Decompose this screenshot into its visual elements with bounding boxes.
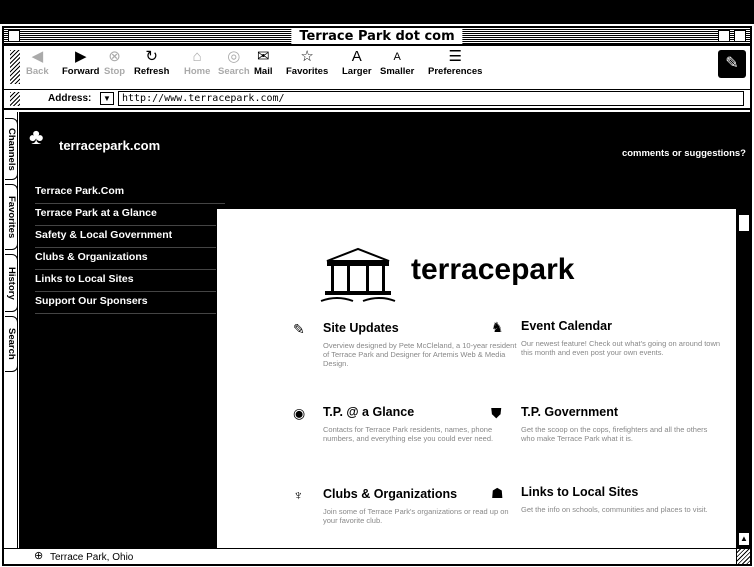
toolbar-button-label: Search xyxy=(218,66,250,77)
address-label: Address: xyxy=(48,93,92,104)
card-body: Overview designed by Pete McCleland, a 1… xyxy=(323,341,517,368)
home-icon: ⌂ xyxy=(192,48,202,65)
nav-item-links[interactable]: Links to Local Sites xyxy=(35,270,225,292)
main-panel: terracepark ✎ Site Updates Overview desi… xyxy=(216,208,744,548)
resize-grip[interactable] xyxy=(736,549,750,564)
tab-channels[interactable]: Channels xyxy=(5,118,18,180)
browser-window: Terrace Park dot com ◀ Back ▶ Forward ⊗ Stop ↻… xyxy=(2,26,752,566)
card-title[interactable]: T.P. Government xyxy=(521,405,721,419)
card-title[interactable]: Links to Local Sites xyxy=(521,485,721,499)
smaller-text-icon: A xyxy=(393,51,401,63)
browser-toolbar: ◀ Back ▶ Forward ⊗ Stop ↻ Refresh ⌂ Home ◎ Search ✉ M… xyxy=(4,46,750,90)
search-button[interactable]: ◎ Search xyxy=(218,48,250,77)
smaller-button[interactable]: A Smaller xyxy=(380,48,414,77)
refresh-button[interactable]: ↻ Refresh xyxy=(134,48,169,77)
pencil-icon: ✎ xyxy=(293,321,305,337)
gazebo-icon xyxy=(320,247,396,302)
toolbar-button-label: Back xyxy=(26,66,49,77)
web-content: ♣ terracepark.com comments or suggestion… xyxy=(19,112,750,548)
refresh-icon: ↻ xyxy=(145,48,158,65)
home-button[interactable]: ⌂ Home xyxy=(184,48,210,77)
favorites-icon: ☆ xyxy=(300,48,314,65)
tree-icon: ♣ xyxy=(29,124,44,149)
ohio-map-icon: ☗ xyxy=(491,485,504,501)
nav-item-home[interactable]: Terrace Park.Com xyxy=(35,182,225,204)
toolbar-button-label: Preferences xyxy=(428,66,483,77)
runner-icon: ♞ xyxy=(491,319,504,335)
nav-item-glance[interactable]: Terrace Park at a Glance xyxy=(35,204,225,226)
toolbar-button-label: Forward xyxy=(62,66,100,77)
shield-icon: ⛊ xyxy=(491,405,502,421)
nav-item-sponsors[interactable]: Support Our Sponsers xyxy=(35,292,225,314)
toolbar-button-label: Mail xyxy=(254,66,273,77)
comments-link[interactable]: comments or suggestions? xyxy=(622,148,746,159)
card-local-links[interactable]: ☗ Links to Local Sites Get the info on s… xyxy=(491,485,721,514)
card-title[interactable]: Event Calendar xyxy=(521,319,721,333)
forward-arrow-icon: ▶ xyxy=(74,48,87,65)
toolbar-button-label: Home xyxy=(184,66,211,77)
address-grip[interactable] xyxy=(10,92,20,106)
card-body: Our newest feature! Check out what's goi… xyxy=(521,339,721,357)
vertical-scrollbar[interactable]: ▲ ▼ xyxy=(736,208,750,548)
address-bar: Address: ▼ http://www.terracepark.com/ xyxy=(4,90,750,110)
back-arrow-icon: ◀ xyxy=(31,48,44,65)
address-field[interactable]: http://www.terracepark.com/ xyxy=(118,91,744,106)
larger-text-icon: A xyxy=(351,48,362,65)
browser-logo-icon[interactable]: ✎ xyxy=(718,50,746,78)
window-title: Terrace Park dot com xyxy=(291,28,463,44)
card-body: Get the info on schools, communities and… xyxy=(521,505,708,514)
toolbar-button-label: Favorites xyxy=(286,66,329,77)
card-tp-government[interactable]: ⛊ T.P. Government Get the scoop on the c… xyxy=(491,405,721,443)
preferences-icon: ☰ xyxy=(448,48,462,65)
search-icon: ◎ xyxy=(227,48,241,65)
larger-button[interactable]: A Larger xyxy=(342,48,372,77)
favorites-button[interactable]: ☆ Favorites xyxy=(286,48,328,77)
brand-banner: terracepark xyxy=(317,243,637,303)
toolbar-button-label: Larger xyxy=(342,66,372,77)
card-body: Contacts for Terrace Park residents, nam… xyxy=(323,425,494,443)
back-button[interactable]: ◀ Back xyxy=(26,48,49,77)
scroll-up-icon[interactable]: ▲ xyxy=(738,532,750,546)
tab-search[interactable]: Search xyxy=(5,316,18,372)
mail-button[interactable]: ✉ Mail xyxy=(254,48,272,77)
stop-button[interactable]: ⊗ Stop xyxy=(104,48,125,77)
toolbar-button-label: Refresh xyxy=(134,66,170,77)
close-box[interactable] xyxy=(8,30,20,42)
preferences-button[interactable]: ☰ Preferences xyxy=(428,48,482,77)
forward-button[interactable]: ▶ Forward xyxy=(62,48,99,77)
title-bar[interactable]: Terrace Park dot com xyxy=(4,28,750,46)
trophy-icon: ♆ xyxy=(293,487,304,503)
nav-item-clubs[interactable]: Clubs & Organizations xyxy=(35,248,225,270)
card-event-calendar[interactable]: ♞ Event Calendar Our newest feature! Che… xyxy=(491,319,721,357)
address-dropdown-icon[interactable]: ▼ xyxy=(100,92,114,105)
site-nav: Terrace Park.Com Terrace Park at a Glanc… xyxy=(35,182,225,314)
status-bar: ⊕ Terrace Park, Ohio xyxy=(4,548,750,564)
zoom-box[interactable] xyxy=(718,30,730,42)
eye-icon: ◉ xyxy=(293,405,306,421)
toolbar-button-label: Stop xyxy=(104,66,126,77)
collapse-box[interactable] xyxy=(734,30,746,42)
top-screen-strip xyxy=(0,0,754,24)
tab-history[interactable]: History xyxy=(5,254,18,312)
status-text: Terrace Park, Ohio xyxy=(50,552,134,563)
explorer-side-tabs: Channels Favorites History Search xyxy=(4,112,18,548)
stop-icon: ⊗ xyxy=(108,48,121,65)
scrollbar-thumb[interactable] xyxy=(738,214,750,232)
globe-icon: ⊕ xyxy=(34,550,44,562)
site-logo-text: terracepark.com xyxy=(59,138,161,153)
tab-favorites[interactable]: Favorites xyxy=(5,184,18,250)
card-body: Get the scoop on the cops, firefighters … xyxy=(521,425,708,443)
nav-item-government[interactable]: Safety & Local Government xyxy=(35,226,225,248)
toolbar-grip[interactable] xyxy=(10,50,20,84)
card-body: Join some of Terrace Park's organization… xyxy=(323,507,509,525)
toolbar-button-label: Smaller xyxy=(380,66,415,77)
brand-text: terracepark xyxy=(411,253,575,286)
mail-icon: ✉ xyxy=(256,48,270,65)
